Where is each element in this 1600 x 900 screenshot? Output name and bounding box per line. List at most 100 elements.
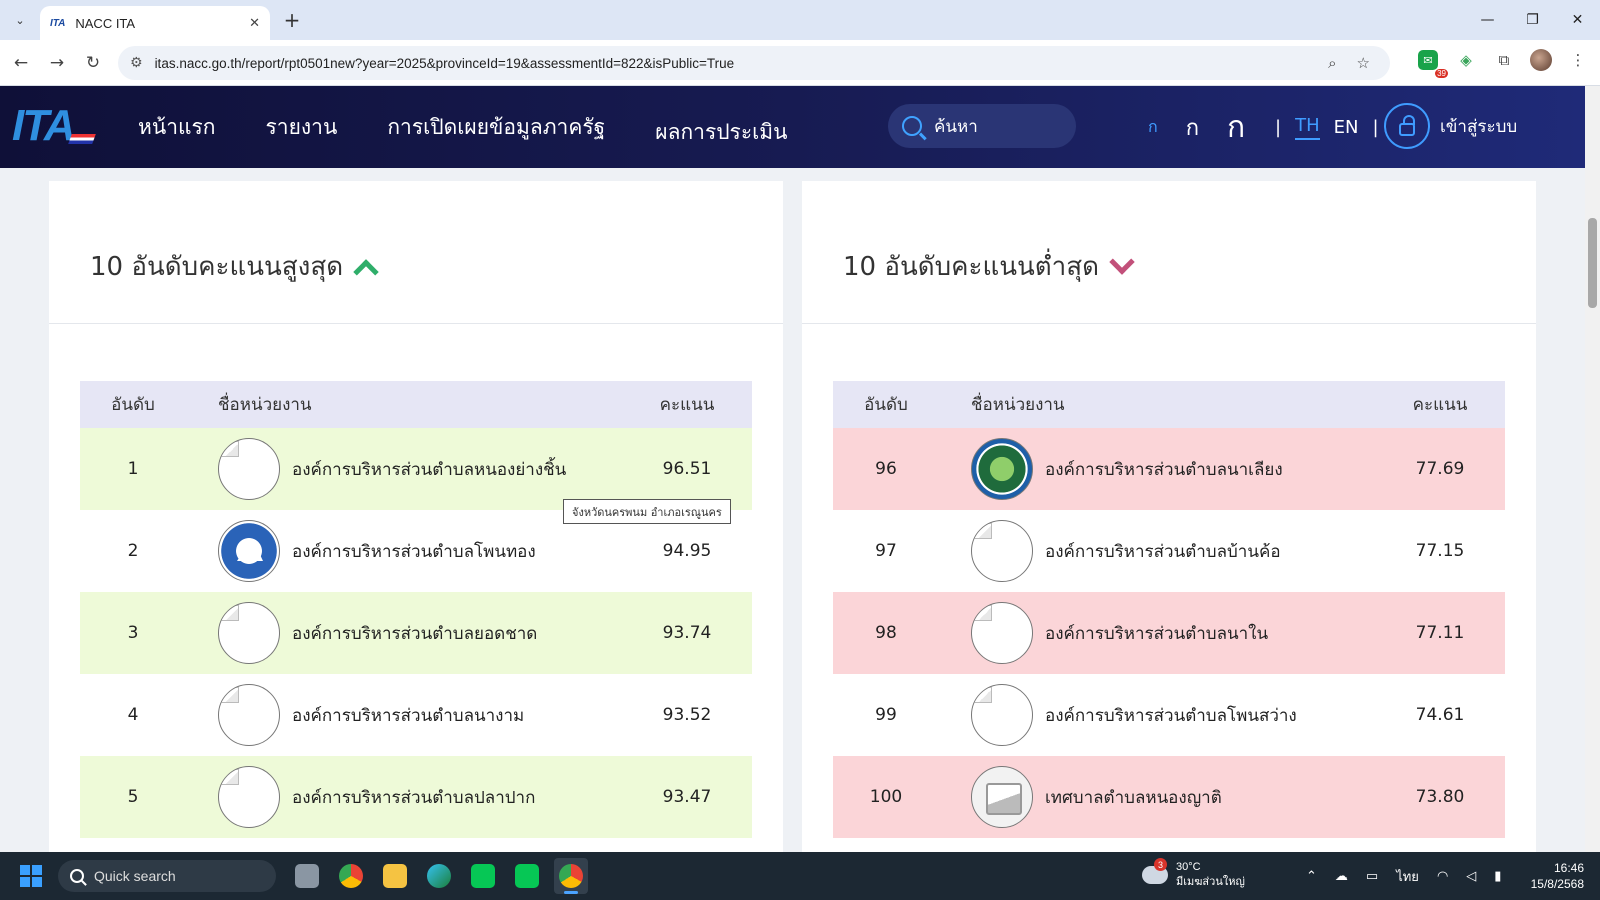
browser-tab[interactable]: ITA NACC ITA ✕ (40, 6, 270, 40)
table-row[interactable]: 1 องค์การบริหารส่วนตำบลหนองย่างชิ้น 96.51 (80, 428, 752, 510)
menu-icon[interactable]: ⋮ (1566, 48, 1590, 72)
tooltip: จังหวัดนครพนม อำเภอเรณูนคร (563, 499, 731, 524)
search-input[interactable]: ค้นหา (888, 104, 1076, 148)
zoom-icon[interactable]: ⌕ (1328, 54, 1336, 72)
taskbar-apps (290, 858, 588, 894)
scroll-thumb[interactable] (1588, 218, 1597, 308)
extension-icon[interactable]: ✉ 39 (1416, 48, 1448, 78)
volume-icon[interactable]: ◁ (1466, 869, 1476, 884)
org-name[interactable]: เทศบาลตำบลหนองญาติ (1045, 784, 1222, 811)
battery-icon[interactable]: ▮ (1494, 869, 1501, 884)
org-name[interactable]: องค์การบริหารส่วนตำบลบ้านค้อ (1045, 538, 1281, 565)
close-window-icon[interactable]: ✕ (1555, 0, 1600, 40)
top10-title: 10 อันดับคะแนนสูงสุด (90, 251, 344, 282)
table-row[interactable]: 96 องค์การบริหารส่วนตำบลนาเลียง 77.69 (833, 428, 1505, 510)
table-row[interactable]: 5 องค์การบริหารส่วนตำบลปลาปาก 93.47 (80, 756, 752, 838)
onedrive-icon[interactable]: ☁ (1335, 869, 1348, 884)
score-cell: 74.61 (1415, 705, 1465, 725)
file-explorer-icon[interactable] (378, 858, 412, 894)
lang-th-button[interactable]: TH (1295, 115, 1320, 140)
line-app-icon[interactable] (510, 858, 544, 894)
lang-en-button[interactable]: EN (1334, 117, 1359, 138)
bottom10-table: อันดับ ชื่อหน่วยงาน คะแนน 96 องค์การบริหา… (833, 381, 1505, 852)
org-name[interactable]: องค์การบริหารส่วนตำบลนาใน (1045, 620, 1268, 647)
page-scrollbar[interactable] (1585, 86, 1600, 852)
nav-report[interactable]: รายงาน (266, 111, 338, 144)
extensions-icon[interactable]: ⧉ (1492, 48, 1516, 72)
org-name[interactable]: องค์การบริหารส่วนตำบลโพนสว่าง (1045, 702, 1297, 729)
name-cell: องค์การบริหารส่วนตำบลโพนสว่าง (939, 684, 1405, 746)
main-nav: หน้าแรก รายงาน การเปิดเผยข้อมูลภาครัฐ ผล… (138, 86, 838, 168)
reload-icon[interactable]: ↻ (80, 50, 106, 76)
chevron-up-icon[interactable]: ⌃ (1306, 869, 1317, 884)
font-size-control: ก ก ก (1148, 86, 1245, 168)
org-name[interactable]: องค์การบริหารส่วนตำบลหนองย่างชิ้น (292, 456, 566, 483)
org-name[interactable]: องค์การบริหารส่วนตำบลยอดชาด (292, 620, 537, 647)
tab-dropdown-icon[interactable]: ⌄ (8, 8, 32, 32)
org-name[interactable]: องค์การบริหารส่วนตำบลนาเลียง (1045, 456, 1283, 483)
org-logo-icon (971, 684, 1033, 746)
rank-cell: 4 (127, 705, 139, 725)
clock[interactable]: 16:46 15/8/2568 (1531, 860, 1584, 892)
minimize-icon[interactable]: — (1465, 0, 1510, 40)
table-header: อันดับ ชื่อหน่วยงาน คะแนน (833, 381, 1505, 428)
rank-cell: 5 (127, 787, 139, 807)
plus-icon[interactable]: + (280, 8, 304, 32)
wifi-icon[interactable]: ◠ (1437, 869, 1448, 884)
input-language[interactable]: ไทย (1396, 866, 1419, 887)
extensions-area: ✉ 39 ◈ ⧉ ⋮ (1416, 48, 1590, 78)
table-row[interactable]: 3 องค์การบริหารส่วนตำบลยอดชาด 93.74 (80, 592, 752, 674)
table-header: อันดับ ชื่อหน่วยงาน คะแนน (80, 381, 752, 428)
nav-disclosure[interactable]: การเปิดเผยข้อมูลภาครัฐ (387, 111, 605, 144)
col-name: ชื่อหน่วยงาน (218, 395, 312, 415)
broken-image-icon (974, 523, 992, 539)
score-cell: 94.95 (662, 541, 712, 561)
search-icon (902, 116, 922, 136)
table-row[interactable]: 100 เทศบาลตำบลหนองญาติ 73.80 (833, 756, 1505, 838)
org-name[interactable]: องค์การบริหารส่วนตำบลโพนทอง (292, 538, 536, 565)
broken-image-icon (221, 441, 239, 457)
back-icon[interactable]: ← (8, 50, 34, 76)
nav-home[interactable]: หน้าแรก (138, 111, 216, 144)
flag-icon (68, 134, 96, 144)
table-row[interactable]: 99 องค์การบริหารส่วนตำบลโพนสว่าง 74.61 (833, 674, 1505, 756)
table-row[interactable]: 4 องค์การบริหารส่วนตำบลนางาม 93.52 (80, 674, 752, 756)
url-text[interactable]: itas.nacc.go.th/report/rpt0501new?year=2… (155, 56, 1329, 71)
chrome-icon[interactable] (334, 858, 368, 894)
font-size-small-button[interactable]: ก (1148, 115, 1158, 140)
chat-extension-icon: ✉ (1418, 50, 1438, 70)
chrome-active-icon[interactable] (554, 858, 588, 894)
profile-avatar[interactable] (1530, 49, 1552, 71)
org-name[interactable]: องค์การบริหารส่วนตำบลนางาม (292, 702, 524, 729)
login-button[interactable]: เข้าสู่ระบบ (1384, 103, 1517, 149)
site-info-icon[interactable]: ⚙ (130, 55, 143, 71)
font-size-medium-button[interactable]: ก (1186, 110, 1199, 145)
top10-table: อันดับ ชื่อหน่วยงาน คะแนน 1 องค์การบริหาร… (80, 381, 752, 852)
display-icon[interactable]: ▭ (1366, 869, 1378, 884)
maximize-icon[interactable]: ❐ (1510, 0, 1555, 40)
rank-cell: 98 (875, 623, 897, 643)
close-icon[interactable]: ✕ (249, 16, 260, 31)
url-field[interactable]: ⚙ itas.nacc.go.th/report/rpt0501new?year… (118, 46, 1390, 80)
nav-results[interactable]: ผลการประเมิน (655, 116, 787, 149)
rank-cell: 99 (875, 705, 897, 725)
ita-logo[interactable]: ITA (12, 102, 98, 150)
star-icon[interactable]: ☆ (1357, 54, 1370, 72)
org-name[interactable]: องค์การบริหารส่วนตำบลปลาปาก (292, 784, 535, 811)
score-cell: 93.47 (662, 787, 712, 807)
line-icon[interactable] (466, 858, 500, 894)
score-cell: 73.80 (1415, 787, 1465, 807)
layers-extension-icon[interactable]: ◈ (1454, 48, 1478, 72)
task-view-icon[interactable] (290, 858, 324, 894)
divider: | (1372, 116, 1379, 138)
taskbar-search-input[interactable]: Quick search (58, 860, 276, 892)
table-row[interactable]: 98 องค์การบริหารส่วนตำบลนาใน 77.11 (833, 592, 1505, 674)
broken-image-icon (974, 605, 992, 621)
font-size-large-button[interactable]: ก (1227, 104, 1245, 151)
score-cell: 77.69 (1415, 459, 1465, 479)
forward-icon[interactable]: → (44, 50, 70, 76)
table-row[interactable]: 97 องค์การบริหารส่วนตำบลบ้านค้อ 77.15 (833, 510, 1505, 592)
edge-icon[interactable] (422, 858, 456, 894)
windows-start-icon[interactable] (20, 865, 42, 887)
weather-widget[interactable]: 3 30°C มีเมฆส่วนใหญ่ (1142, 858, 1245, 890)
